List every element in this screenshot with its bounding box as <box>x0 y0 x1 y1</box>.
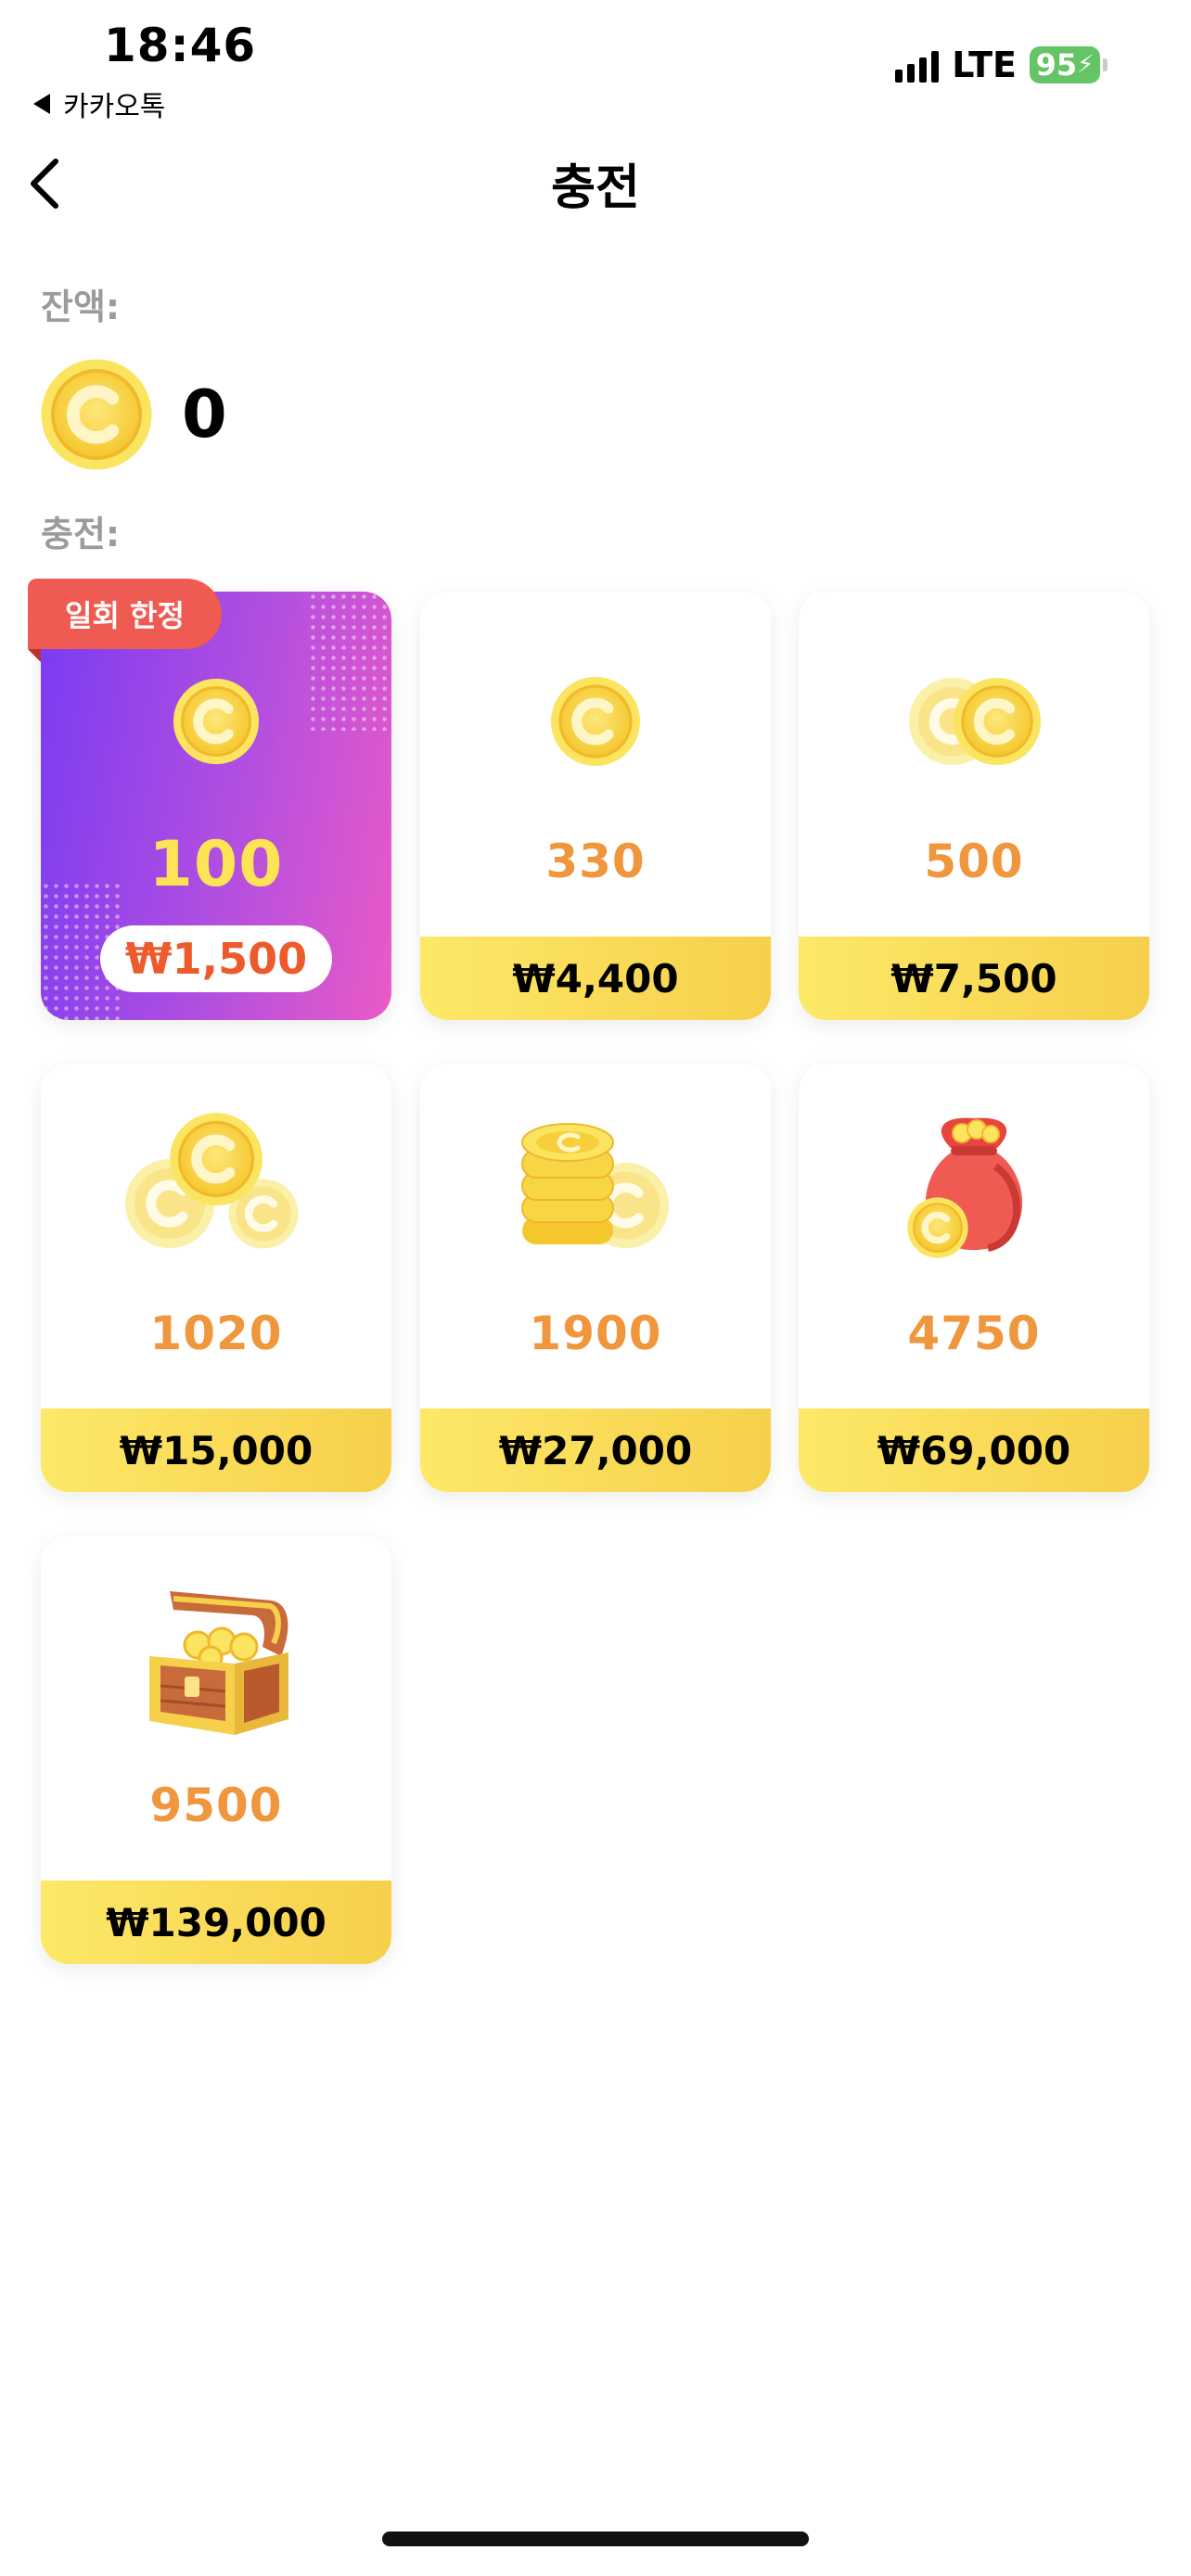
package-art <box>420 647 771 796</box>
package-price: ₩4,400 <box>420 937 771 1020</box>
package-amount: 1020 <box>149 1307 283 1360</box>
package-card-4750[interactable]: 4750 ₩69,000 <box>799 1064 1149 1492</box>
package-price: ₩1,500 <box>100 925 332 992</box>
back-to-app-link[interactable]: 카카오톡 <box>33 83 165 124</box>
coin-icon <box>172 677 261 766</box>
coin-icon <box>549 675 642 768</box>
package-price: ₩7,500 <box>799 937 1149 1020</box>
package-amount: 330 <box>545 835 646 888</box>
package-art <box>41 1097 391 1273</box>
status-time: 18:46 <box>104 19 257 72</box>
coin-stack-icon <box>521 1123 674 1263</box>
balance-row: 0 <box>39 357 227 472</box>
two-coins-icon <box>900 670 1048 772</box>
home-indicator <box>382 2531 809 2546</box>
package-amount: 9500 <box>149 1779 283 1832</box>
limited-badge: 일회 한정 <box>28 579 222 649</box>
page-title: 충전 <box>551 160 640 216</box>
package-card-330[interactable]: 330 ₩4,400 <box>420 592 771 1020</box>
battery-icon: 95 ⚡ <box>1030 46 1108 83</box>
package-card-1900[interactable]: 1900 ₩27,000 <box>420 1064 771 1492</box>
coin-icon <box>39 357 154 472</box>
back-app-label: 카카오톡 <box>63 91 166 123</box>
treasure-chest-icon <box>149 1591 288 1735</box>
status-indicators: LTE 95 ⚡ <box>895 45 1108 85</box>
package-price: ₩27,000 <box>420 1409 771 1492</box>
package-art <box>420 1101 771 1277</box>
package-card-9500[interactable]: 9500 ₩139,000 <box>41 1536 391 1964</box>
network-type: LTE <box>952 45 1017 85</box>
package-art <box>799 1097 1149 1282</box>
back-triangle-icon <box>33 94 50 114</box>
signal-icon <box>895 47 940 83</box>
package-art <box>41 1563 391 1749</box>
package-card-1020[interactable]: 1020 ₩15,000 <box>41 1064 391 1492</box>
package-art <box>41 647 391 796</box>
three-coins-icon <box>123 1111 309 1259</box>
package-price: ₩139,000 <box>41 1881 391 1964</box>
package-price: ₩69,000 <box>799 1409 1149 1492</box>
package-card-100[interactable]: 100 ₩1,500 일회 한정 <box>28 579 391 1020</box>
coin-bag-icon <box>895 1117 1023 1269</box>
package-amount: 100 <box>148 828 284 901</box>
package-price: ₩15,000 <box>41 1409 391 1492</box>
charge-label: 충전: <box>41 514 121 555</box>
package-amount: 4750 <box>907 1307 1041 1360</box>
balance-value: 0 <box>182 376 227 453</box>
balance-label: 잔액: <box>41 287 121 327</box>
package-amount: 1900 <box>529 1307 662 1360</box>
package-art <box>799 647 1149 796</box>
battery-level: 95 <box>1035 47 1078 83</box>
package-card-500[interactable]: 500 ₩7,500 <box>799 592 1149 1020</box>
package-amount: 500 <box>924 835 1024 888</box>
